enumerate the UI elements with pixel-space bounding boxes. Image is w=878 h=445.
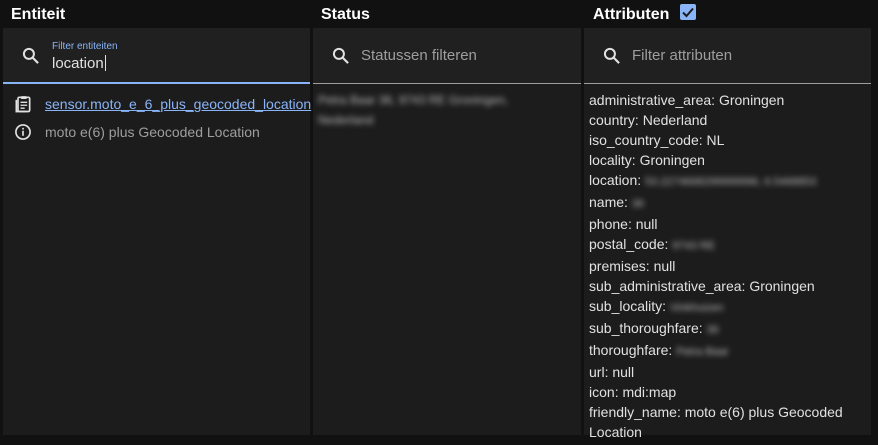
attribute-key: friendly_name bbox=[589, 404, 677, 420]
attribute-separator: : bbox=[637, 172, 646, 188]
attribute-row: friendly_name: moto e(6) plus Geocoded L… bbox=[589, 402, 854, 442]
table-header: Entiteit Status Attributen bbox=[0, 0, 878, 28]
attribute-separator: : bbox=[627, 216, 636, 232]
attribute-value: NL bbox=[706, 132, 725, 148]
attribute-key: iso_country_code bbox=[589, 132, 699, 148]
attribute-separator: : bbox=[711, 92, 719, 108]
attribute-row: administrative_area: Groningen bbox=[589, 90, 854, 110]
attribute-separator: : bbox=[631, 152, 640, 168]
attribute-separator: : bbox=[645, 258, 654, 274]
attributes-filter[interactable]: Filter attributen bbox=[584, 28, 871, 84]
attribute-key: name bbox=[589, 194, 625, 210]
attribute-key: sub_thoroughfare bbox=[589, 320, 699, 336]
attribute-value: null bbox=[653, 258, 676, 274]
attribute-value: mdi:map bbox=[622, 384, 677, 400]
status-value-redacted: Petra Baar 36, 9743 RE Groningen, Nederl… bbox=[318, 93, 509, 127]
attribute-key: administrative_area bbox=[589, 92, 712, 108]
attribute-value-redacted: 9743 RE bbox=[672, 240, 716, 252]
search-icon bbox=[603, 47, 620, 64]
attribute-separator: : bbox=[664, 236, 673, 252]
attribute-separator: : bbox=[662, 298, 670, 314]
entity-column-header: Entiteit bbox=[11, 6, 65, 24]
attribute-value: Groningen bbox=[718, 92, 785, 108]
attribute-key: country bbox=[589, 112, 635, 128]
clipboard-icon[interactable] bbox=[13, 94, 33, 114]
attribute-value: Nederland bbox=[642, 112, 708, 128]
attribute-row: sub_locality: Vinkhuizen bbox=[589, 296, 854, 318]
attribute-separator: : bbox=[668, 342, 677, 358]
attribute-key: thoroughfare bbox=[589, 342, 669, 358]
attribute-row: locality: Groningen bbox=[589, 150, 854, 170]
attribute-key: location bbox=[589, 172, 638, 188]
attributes-toggle-checkbox[interactable] bbox=[680, 4, 697, 20]
attribute-value-redacted: Petra Baar bbox=[676, 346, 729, 358]
attribute-row: thoroughfare: Petra Baar bbox=[589, 340, 854, 362]
attribute-value-redacted: 36 bbox=[631, 198, 645, 210]
attribute-row: iso_country_code: NL bbox=[589, 130, 854, 150]
attributes-filter-placeholder: Filter attributen bbox=[632, 47, 733, 64]
entity-filter-value: location bbox=[52, 55, 104, 72]
attribute-value: Groningen bbox=[639, 152, 705, 168]
attribute-row: premises: null bbox=[589, 256, 854, 276]
status-column: Statussen filteren Petra Baar 36, 9743 R… bbox=[313, 28, 581, 435]
attribute-key: locality bbox=[589, 152, 632, 168]
entity-friendly-name: moto e(6) plus Geocoded Location bbox=[45, 124, 260, 140]
attribute-row: phone: null bbox=[589, 214, 854, 234]
entity-filter[interactable]: Filter entiteiten location bbox=[3, 28, 310, 84]
attributes-column-header: Attributen bbox=[593, 4, 697, 24]
attribute-key: postal_code bbox=[589, 236, 665, 252]
attribute-value-redacted: 53.2274668299999996, 6.5468853 bbox=[645, 176, 817, 188]
attribute-key: sub_administrative_area bbox=[589, 278, 742, 294]
attributes-list: administrative_area: Groningen country: N… bbox=[589, 90, 854, 442]
attribute-key: url bbox=[589, 364, 605, 380]
attributes-column: Filter attributen administrative_area: G… bbox=[584, 28, 871, 440]
status-filter-placeholder: Statussen filteren bbox=[361, 47, 477, 64]
checkbox-checked-icon bbox=[682, 7, 695, 18]
attribute-value: Groningen bbox=[749, 278, 815, 294]
status-header-label: Status bbox=[321, 6, 370, 23]
info-icon[interactable] bbox=[13, 122, 33, 142]
attribute-separator: : bbox=[624, 194, 632, 210]
attribute-separator: : bbox=[698, 132, 707, 148]
attribute-row: postal_code: 9743 RE bbox=[589, 234, 854, 256]
search-icon bbox=[332, 47, 349, 64]
attribute-separator: : bbox=[634, 112, 643, 128]
attribute-row: sub_administrative_area: Groningen bbox=[589, 276, 854, 296]
attribute-key: sub_locality bbox=[589, 298, 663, 314]
attribute-value-redacted: 36 bbox=[706, 324, 719, 336]
attribute-row: sub_thoroughfare: 36 bbox=[589, 318, 854, 340]
attributes-header-label: Attributen bbox=[593, 6, 670, 23]
attribute-value: null bbox=[635, 216, 658, 232]
entity-id-link[interactable]: sensor.moto_e_6_plus_geocoded_location bbox=[45, 96, 311, 112]
attribute-separator: : bbox=[676, 404, 685, 420]
entity-friendly-name-row[interactable]: moto e(6) plus Geocoded Location bbox=[13, 122, 260, 142]
attribute-row: icon: mdi:map bbox=[589, 382, 854, 402]
attribute-row: location: 53.2274668299999996, 6.5468853 bbox=[589, 170, 854, 192]
entity-filter-label: Filter entiteiten bbox=[52, 41, 118, 52]
attribute-separator: : bbox=[698, 320, 707, 336]
entity-header-label: Entiteit bbox=[11, 6, 66, 23]
attribute-key: phone bbox=[589, 216, 628, 232]
entity-column: Filter entiteiten location sensor.moto_e… bbox=[3, 28, 311, 435]
attribute-row: url: null bbox=[589, 362, 854, 382]
developer-tools-states: Entiteit Status Attributen Filter entite… bbox=[0, 0, 878, 445]
search-icon bbox=[22, 47, 39, 64]
text-caret bbox=[104, 55, 106, 71]
attribute-value: null bbox=[612, 364, 635, 380]
attribute-row: name: 36 bbox=[589, 192, 854, 214]
attribute-row: country: Nederland bbox=[589, 110, 854, 130]
entity-id-row[interactable]: sensor.moto_e_6_plus_geocoded_location bbox=[13, 94, 311, 114]
entity-filter-input[interactable]: location bbox=[52, 55, 106, 72]
status-filter[interactable]: Statussen filteren bbox=[313, 28, 581, 84]
status-column-header: Status bbox=[321, 6, 370, 24]
attribute-key: icon bbox=[589, 384, 615, 400]
attribute-value-redacted: Vinkhuizen bbox=[669, 302, 724, 314]
attribute-key: premises bbox=[589, 258, 646, 274]
